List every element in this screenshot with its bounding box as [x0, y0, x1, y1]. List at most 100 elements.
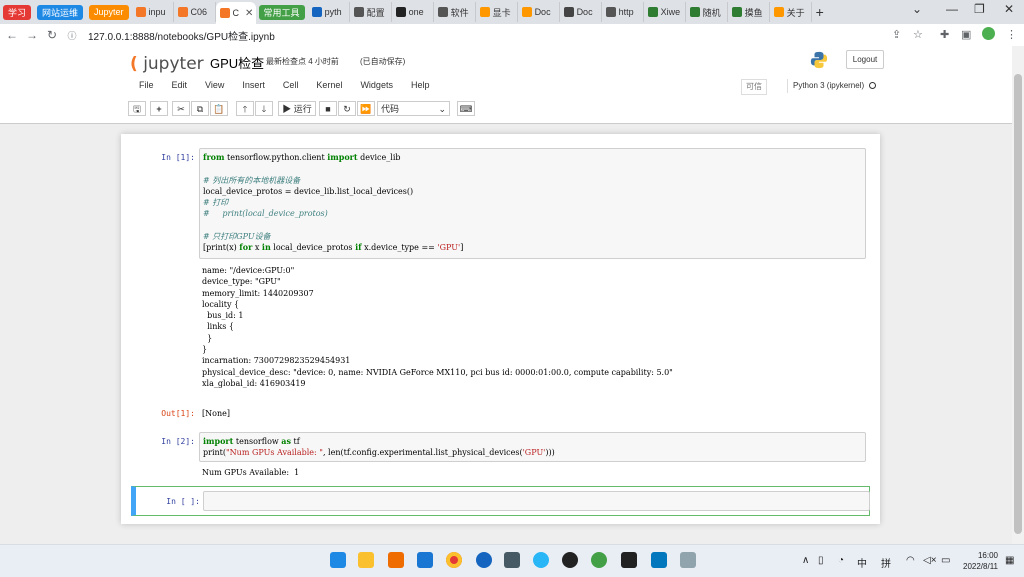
tab-label: inpu — [148, 7, 166, 17]
move-down-button[interactable]: 🡓 — [255, 101, 273, 116]
browser-tab[interactable]: pyth — [308, 2, 350, 22]
cut-button[interactable]: ✂ — [172, 101, 190, 116]
run-label: 运行 — [293, 104, 312, 114]
cell2-code-input[interactable]: import tensorflow as tf print("Num GPUs … — [199, 432, 866, 462]
console-icon[interactable] — [621, 552, 637, 568]
browser-tab[interactable]: 随机 — [686, 2, 728, 22]
browser-tab[interactable]: 显卡 — [476, 2, 518, 22]
browser-tab[interactable]: 软件 — [434, 2, 476, 22]
trusted-badge[interactable]: 可信 — [741, 79, 767, 95]
system-clock[interactable]: 16:00 2022/8/11 — [958, 550, 998, 572]
minimize-icon[interactable]: — — [946, 2, 958, 16]
profile-avatar[interactable] — [982, 27, 995, 40]
url-field[interactable]: 127.0.0.1:8888/notebooks/GPU检查.ipynb — [88, 28, 275, 43]
os-taskbar: ∧ ▯ ◔ 中 拼 ◠ ◁× ▭ 16:00 2022/8/11 ▦ — [0, 544, 1024, 577]
start-icon[interactable] — [330, 552, 346, 568]
reload-icon[interactable]: ↻ — [44, 28, 60, 42]
move-up-button[interactable]: 🡑 — [236, 101, 254, 116]
menu-help[interactable]: Help — [402, 80, 439, 90]
jupyter-logo[interactable]: ( jupyter — [130, 54, 204, 74]
window-close-icon[interactable]: ✕ — [1004, 2, 1014, 16]
menu-cell[interactable]: Cell — [274, 80, 308, 90]
browser-tab[interactable]: Xiwe — [644, 2, 686, 22]
copy-icon: ⧉ — [196, 104, 204, 114]
notification-center-icon[interactable]: ▦ — [1005, 555, 1014, 566]
volume-icon[interactable]: ◁× — [923, 555, 937, 566]
browser-tab[interactable]: 网站运维 — [37, 4, 84, 20]
browser-tab[interactable]: 摸鱼 — [728, 2, 770, 22]
tab-label: C06 — [190, 7, 208, 17]
bookmark-star-icon[interactable]: ☆ — [913, 28, 923, 41]
browser-tab[interactable]: http — [602, 2, 644, 22]
battery-icon[interactable]: ▭ — [941, 555, 950, 566]
extensions-icon[interactable]: ✚ — [940, 28, 949, 41]
tab-label: 学习 — [8, 7, 27, 18]
scrollbar-thumb[interactable] — [1014, 74, 1022, 534]
browser-tab[interactable]: one — [392, 2, 434, 22]
tab-close-icon[interactable]: ✕ — [245, 8, 253, 19]
browser-tab[interactable]: C06 — [174, 2, 216, 22]
chrome-icon[interactable] — [446, 552, 462, 568]
browser-tab[interactable]: 学习 — [3, 4, 32, 20]
qq-icon[interactable] — [562, 552, 578, 568]
restart-button[interactable]: ↻ — [338, 101, 356, 116]
browser-tab[interactable]: 关于 — [770, 2, 812, 22]
insert-cell-button[interactable]: + — [150, 101, 168, 116]
clock-time: 16:00 — [977, 551, 998, 560]
maximize-icon[interactable]: ❐ — [974, 2, 985, 16]
ime-mode-indicator[interactable]: 拼 — [881, 555, 891, 570]
browser-tab[interactable]: inpu — [132, 2, 174, 22]
new-tab-button[interactable]: + — [816, 4, 824, 20]
browser-tab[interactable]: Doc — [560, 2, 602, 22]
wifi-icon[interactable]: ◠ — [906, 555, 915, 566]
tab-favicon-icon — [689, 7, 700, 17]
notebook-title[interactable]: GPU检查 — [210, 53, 264, 72]
cell3-code-input[interactable] — [203, 491, 870, 511]
cell1-code-input[interactable]: from tensorflow.python.client import dev… — [199, 148, 866, 259]
menu-file[interactable]: File — [130, 80, 163, 90]
run-button[interactable]: ▶ 运行 — [278, 101, 316, 116]
interrupt-button[interactable]: ■ — [319, 101, 337, 116]
ime-indicator[interactable]: 中 — [857, 555, 867, 570]
tab-search-icon[interactable]: ⌄ — [912, 2, 922, 16]
paste-button[interactable]: 📋 — [210, 101, 228, 116]
back-icon[interactable]: ← — [4, 28, 20, 42]
forward-icon[interactable]: → — [24, 28, 40, 42]
info-icon[interactable]: ⓘ — [64, 29, 80, 42]
menu-edit[interactable]: Edit — [163, 80, 197, 90]
tray-chevron-icon[interactable]: ∧ — [802, 555, 809, 566]
browser-tab[interactable]: 常用工具 — [258, 4, 305, 20]
save-button[interactable]: 🖫 — [128, 101, 146, 116]
wechat-icon[interactable] — [591, 552, 607, 568]
command-palette-button[interactable]: ⌨ — [457, 101, 475, 116]
browser-tab[interactable]: C ✕ — [215, 2, 256, 24]
logout-button[interactable]: Logout — [846, 50, 884, 69]
menu-insert[interactable]: Insert — [233, 80, 274, 90]
kernel-indicator: Python 3 (ipykernel) — [787, 79, 877, 93]
usb-icon[interactable]: ▯ — [818, 555, 824, 566]
browser-menu-icon[interactable]: ⋮ — [1006, 28, 1017, 41]
browser-tab[interactable]: Doc — [518, 2, 560, 22]
browser-tab[interactable]: 配置 — [350, 2, 392, 22]
image-app-icon[interactable] — [680, 552, 696, 568]
browser-tab[interactable]: Jupyter — [89, 4, 129, 20]
restart-run-all-button[interactable]: ⏩ — [357, 101, 375, 116]
sidebar-icon[interactable]: ▣ — [961, 28, 971, 41]
menu-kernel[interactable]: Kernel — [307, 80, 351, 90]
terminal-app-icon[interactable] — [504, 552, 520, 568]
vpn-icon[interactable] — [476, 552, 492, 568]
cell2-stream-output: Num GPUs Available: 1 — [202, 468, 300, 477]
copy-button[interactable]: ⧉ — [191, 101, 209, 116]
menu-view[interactable]: View — [196, 80, 233, 90]
telegram-icon[interactable] — [533, 552, 549, 568]
remote-desktop-icon[interactable] — [651, 552, 667, 568]
file-explorer-icon[interactable] — [358, 552, 374, 568]
share-icon[interactable]: ⇪ — [892, 28, 901, 41]
page-scrollbar[interactable] — [1012, 46, 1024, 544]
cell3-selected-cell[interactable]: In [ ]: — [131, 486, 870, 516]
menu-widgets[interactable]: Widgets — [351, 80, 402, 90]
notification-icon[interactable]: ◔ — [838, 555, 844, 566]
cell-type-select[interactable]: 代码 ⌄ — [377, 101, 450, 116]
vscode-icon[interactable] — [417, 552, 433, 568]
app-icon[interactable] — [388, 552, 404, 568]
